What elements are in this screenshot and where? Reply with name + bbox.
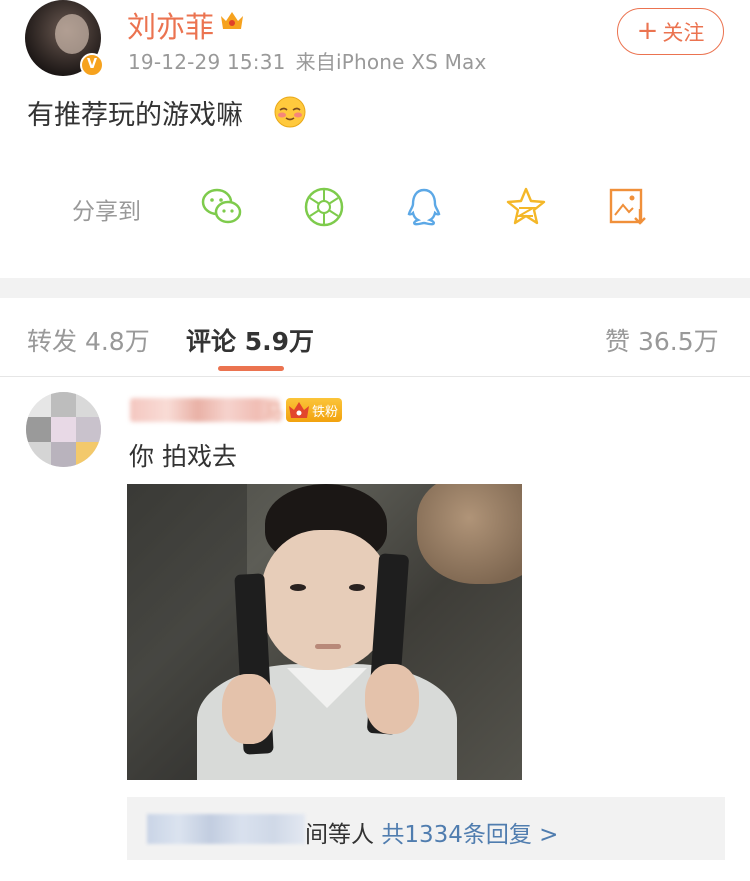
follow-button[interactable]: + 关注 (617, 8, 724, 55)
tab-comment-label: 评论 (186, 327, 237, 356)
crown-icon (221, 12, 243, 29)
comment-image[interactable] (127, 484, 522, 780)
moments-icon[interactable] (302, 185, 346, 229)
tab-comment-count: 5.9万 (244, 327, 315, 356)
replies-summary[interactable]: 间等人 共1334条回复 > (305, 815, 558, 849)
commenter-name-visible-part: 马 (264, 400, 284, 424)
share-label: 分享到 (72, 199, 141, 225)
follow-label: 关注 (662, 20, 705, 45)
crown-icon (289, 402, 309, 418)
replies-users (147, 814, 305, 844)
tab-repost[interactable]: 转发 4.8万 (27, 322, 150, 358)
wechat-icon[interactable] (200, 185, 244, 229)
post-meta: 19-12-29 15:31 来自iPhone XS Max (128, 46, 487, 75)
plus-icon: + (636, 15, 659, 46)
fan-badge: 铁粉 (286, 398, 342, 422)
verified-badge: V (80, 53, 104, 77)
active-tab-indicator (218, 366, 284, 371)
author-name[interactable]: 刘亦菲 (127, 4, 214, 46)
tab-comment[interactable]: 评论 5.9万 (186, 322, 314, 358)
comment-text: 你 拍戏去 (129, 442, 237, 471)
save-image-icon[interactable] (606, 185, 650, 229)
section-divider (0, 278, 750, 298)
qq-icon[interactable] (402, 185, 446, 229)
commenter-avatar[interactable] (26, 392, 101, 467)
commenter-name[interactable]: 马 (130, 398, 284, 424)
post-text: 有推荐玩的游戏嘛 (27, 100, 243, 131)
view-replies-link[interactable]: 共1334条回复 > (381, 822, 558, 848)
post-source: 来自iPhone XS Max (295, 50, 487, 74)
post-timestamp: 19-12-29 15:31 (128, 50, 286, 74)
tab-like[interactable]: 赞 36.5万 (605, 322, 719, 358)
qzone-icon[interactable] (504, 185, 548, 229)
fan-badge-label: 铁粉 (312, 404, 339, 420)
replies-suffix: 间等人 (305, 822, 374, 848)
tab-divider (0, 376, 750, 377)
shy-emoji-icon (274, 96, 306, 128)
